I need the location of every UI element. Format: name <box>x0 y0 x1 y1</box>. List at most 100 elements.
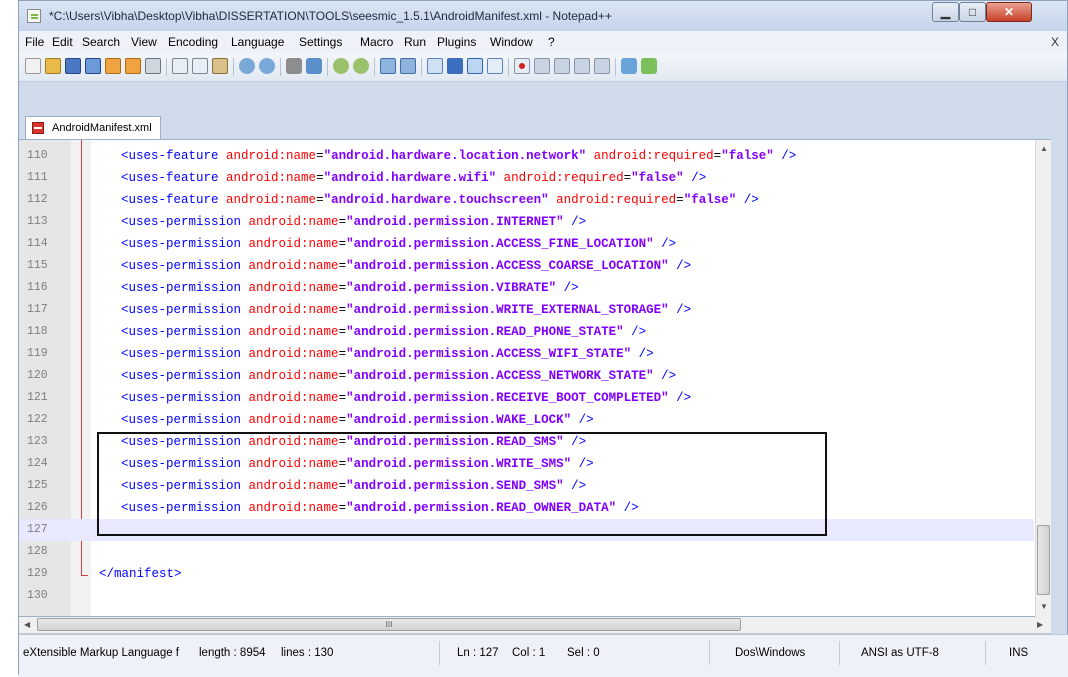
save-macro-icon[interactable] <box>594 58 610 74</box>
minimize-button[interactable]: ▁ <box>932 2 959 22</box>
code-line[interactable]: 128 <box>19 541 1034 563</box>
code-line[interactable]: 116 <uses-permission android:name="androi… <box>19 277 1034 299</box>
spellcheck-icon[interactable] <box>641 58 657 74</box>
play-macro-icon[interactable] <box>554 58 570 74</box>
word-wrap-icon[interactable] <box>427 58 443 74</box>
sync-vertical-icon[interactable] <box>380 58 396 74</box>
menu-help[interactable]: ? <box>548 35 555 49</box>
code-line[interactable]: 122 <uses-permission android:name="androi… <box>19 409 1034 431</box>
scroll-right-arrow-icon[interactable]: ▶ <box>1037 620 1043 629</box>
close-document-x[interactable]: X <box>1051 35 1059 49</box>
menu-edit[interactable]: Edit <box>52 35 73 49</box>
code-line[interactable]: 129 </manifest> <box>19 563 1034 585</box>
sync-horizontal-icon[interactable] <box>400 58 416 74</box>
menu-file[interactable]: File <box>25 35 44 49</box>
vertical-scrollbar[interactable]: ▲ ▼ <box>1035 140 1051 618</box>
replace-icon[interactable] <box>306 58 322 74</box>
print-icon[interactable] <box>145 58 161 74</box>
paste-icon[interactable] <box>212 58 228 74</box>
status-mode: INS <box>1009 647 1029 659</box>
menu-plugins[interactable]: Plugins <box>437 35 476 49</box>
window-title: *C:\Users\Vibha\Desktop\Vibha\DISSERTATI… <box>49 9 612 23</box>
menu-settings[interactable]: Settings <box>299 35 342 49</box>
xml-tag: <uses-permission <box>121 413 242 427</box>
code-line[interactable]: 120 <uses-permission android:name="androi… <box>19 365 1034 387</box>
find-icon[interactable] <box>286 58 302 74</box>
xml-tag: <uses-permission <box>121 303 242 317</box>
scroll-left-arrow-icon[interactable]: ◀ <box>24 620 30 629</box>
code-line[interactable]: 121 <uses-permission android:name="androi… <box>19 387 1034 409</box>
line-number: 125 <box>27 479 48 492</box>
xml-attribute: android:name <box>248 215 339 229</box>
xml-value: "android.hardware.location.network" <box>323 149 587 163</box>
save-all-icon[interactable] <box>85 58 101 74</box>
xml-tag: <uses-permission <box>121 281 242 295</box>
show-all-chars-icon[interactable] <box>447 58 463 74</box>
play-multiple-icon[interactable] <box>574 58 590 74</box>
maximize-button[interactable]: □ <box>959 2 986 22</box>
xml-value: "android.hardware.touchscreen" <box>323 193 549 207</box>
menu-window[interactable]: Window <box>490 35 533 49</box>
scroll-up-arrow-icon[interactable]: ▲ <box>1040 144 1048 153</box>
code-line[interactable]: 114 <uses-permission android:name="androi… <box>19 233 1034 255</box>
code-line[interactable]: 119 <uses-permission android:name="androi… <box>19 343 1034 365</box>
zoom-in-icon[interactable] <box>333 58 349 74</box>
close-window-button[interactable]: ✕ <box>986 2 1032 22</box>
zoom-out-icon[interactable] <box>353 58 369 74</box>
code-line[interactable]: 115 <uses-permission android:name="androi… <box>19 255 1034 277</box>
copy-icon[interactable] <box>192 58 208 74</box>
close-icon[interactable] <box>105 58 121 74</box>
new-file-icon[interactable] <box>25 58 41 74</box>
scroll-down-arrow-icon[interactable]: ▼ <box>1040 602 1048 611</box>
launch-browser-icon[interactable] <box>621 58 637 74</box>
xml-tag: <uses-permission <box>121 369 242 383</box>
xml-attribute: android:name <box>248 237 339 251</box>
vertical-scroll-thumb[interactable] <box>1037 525 1050 595</box>
code-line[interactable]: 130 <box>19 585 1034 607</box>
menu-encoding[interactable]: Encoding <box>168 35 218 49</box>
line-number: 127 <box>27 523 48 536</box>
code-line[interactable]: 112 <uses-feature android:name="android.h… <box>19 189 1034 211</box>
editor[interactable]: 110 <uses-feature android:name="android.h… <box>19 139 1051 618</box>
cut-icon[interactable] <box>172 58 188 74</box>
code-line[interactable]: 110 <uses-feature android:name="android.h… <box>19 145 1034 167</box>
code-text: <uses-permission android:name="android.p… <box>121 391 692 405</box>
menu-macro[interactable]: Macro <box>360 35 393 49</box>
tab-androidmanifest[interactable]: AndroidManifest.xml <box>25 116 161 139</box>
code-line[interactable]: 118 <uses-permission android:name="androi… <box>19 321 1034 343</box>
stop-record-icon[interactable] <box>534 58 550 74</box>
line-number: 129 <box>27 567 48 580</box>
redo-icon[interactable] <box>259 58 275 74</box>
record-macro-icon[interactable] <box>514 58 530 74</box>
code-text: <uses-permission android:name="android.p… <box>121 369 677 383</box>
line-number: 119 <box>27 347 48 360</box>
indent-guide-icon[interactable] <box>467 58 483 74</box>
xml-tag: <uses-permission <box>121 215 242 229</box>
undo-icon[interactable] <box>239 58 255 74</box>
open-file-icon[interactable] <box>45 58 61 74</box>
line-number: 113 <box>27 215 48 228</box>
xml-attribute: android:name <box>226 171 317 185</box>
code-line[interactable]: 111 <uses-feature android:name="android.h… <box>19 167 1034 189</box>
menu-language[interactable]: Language <box>231 35 284 49</box>
code-line[interactable]: 113 <uses-permission android:name="androi… <box>19 211 1034 233</box>
title-bar[interactable]: *C:\Users\Vibha\Desktop\Vibha\DISSERTATI… <box>19 1 1067 32</box>
status-encoding: ANSI as UTF-8 <box>861 647 939 659</box>
user-lang-icon[interactable] <box>487 58 503 74</box>
xml-tag-close: /> <box>676 259 692 273</box>
notepadpp-app-icon[interactable] <box>27 9 41 23</box>
save-icon[interactable] <box>65 58 81 74</box>
tab-bar: AndroidManifest.xml <box>19 113 1067 139</box>
horizontal-scrollbar[interactable]: ◀ III ▶ <box>19 617 1051 634</box>
code-text: <uses-permission android:name="android.p… <box>121 413 594 427</box>
menu-run[interactable]: Run <box>404 35 426 49</box>
code-text: <uses-permission android:name="android.p… <box>121 259 692 273</box>
line-number: 117 <box>27 303 48 316</box>
horizontal-scroll-thumb[interactable]: III <box>37 618 741 631</box>
menu-view[interactable]: View <box>131 35 157 49</box>
status-bar: eXtensible Markup Language f length : 89… <box>19 634 1068 677</box>
status-separator <box>439 641 440 665</box>
menu-search[interactable]: Search <box>82 35 120 49</box>
code-line[interactable]: 117 <uses-permission android:name="androi… <box>19 299 1034 321</box>
close-all-icon[interactable] <box>125 58 141 74</box>
